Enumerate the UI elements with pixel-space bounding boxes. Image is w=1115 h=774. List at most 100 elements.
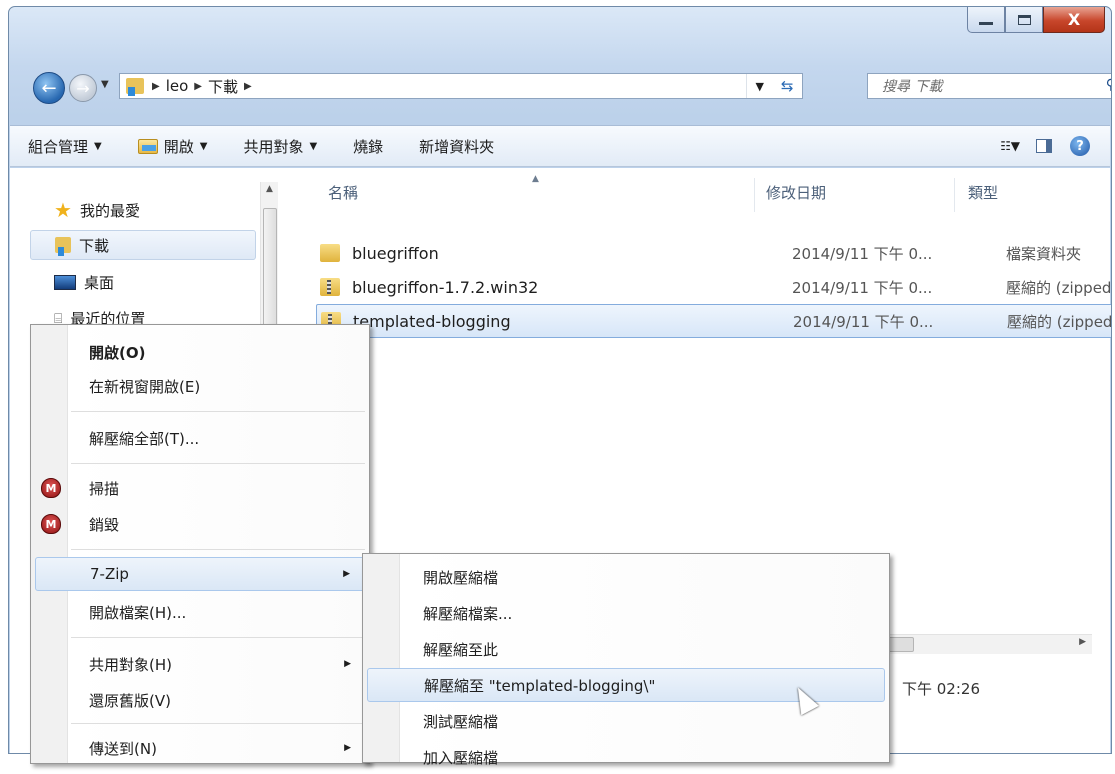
- menu-item-label: 開啟(O): [89, 343, 146, 362]
- menu-item-open[interactable]: 開啟(O): [31, 335, 369, 369]
- menu-item-7zip[interactable]: 7-Zip ▶: [35, 557, 365, 591]
- menu-item-label: 傳送到(N): [89, 739, 157, 758]
- open-label: 開啟: [163, 137, 194, 156]
- sidebar-item-downloads[interactable]: 下載: [30, 230, 256, 260]
- preview-pane-icon[interactable]: [1036, 139, 1052, 153]
- new-folder-button[interactable]: 新增資料夾: [401, 136, 512, 157]
- burn-label: 燒錄: [353, 137, 384, 156]
- close-button[interactable]: X: [1043, 7, 1105, 33]
- context-menu: 開啟(O) 在新視窗開啟(E) 解壓縮全部(T)... M 掃描 M 銷毀 7-Zi…: [30, 324, 370, 764]
- menu-item-label: 銷毀: [89, 515, 120, 534]
- downloads-folder-icon: [126, 78, 144, 96]
- help-icon[interactable]: ?: [1070, 136, 1090, 156]
- view-controls: ☷ ▼ ?: [1000, 136, 1110, 156]
- menu-item-open-archive[interactable]: 開啟壓縮檔: [363, 560, 889, 594]
- file-row[interactable]: bluegriffon 2014/9/11 下午 0... 檔案資料夾: [320, 236, 1110, 270]
- menu-item-label: 開啟壓縮檔: [423, 568, 499, 587]
- desktop-icon: [54, 275, 76, 290]
- menu-item-open-new-window[interactable]: 在新視窗開啟(E): [31, 369, 369, 403]
- history-dropdown-icon[interactable]: ▼: [101, 79, 109, 90]
- menu-item-shred[interactable]: M 銷毀: [31, 507, 369, 541]
- mcafee-shield-icon: M: [41, 514, 61, 534]
- column-header-type[interactable]: 類型: [968, 182, 998, 203]
- search-input[interactable]: 搜尋 下載 ⚲: [867, 73, 1111, 99]
- menu-item-label: 解壓縮至 "templated-blogging\": [424, 676, 656, 695]
- zip-icon: [320, 278, 340, 296]
- downloads-label: 下載: [79, 236, 110, 255]
- menu-item-scan[interactable]: M 掃描: [31, 471, 369, 505]
- menu-item-restore[interactable]: 還原舊版(V): [31, 683, 369, 717]
- menu-item-extract-here[interactable]: 解壓縮至此: [363, 632, 889, 666]
- share-button[interactable]: 共用對象 ▼: [225, 136, 335, 157]
- search-icon[interactable]: ⚲: [1106, 77, 1111, 93]
- menu-item-add-to-archive[interactable]: 加入壓縮檔: [363, 740, 889, 774]
- address-bar[interactable]: ▶ leo ▶ 下載 ▶ ▼ ⇆: [119, 73, 803, 99]
- column-header-date[interactable]: 修改日期: [766, 182, 826, 203]
- breadcrumb-leo[interactable]: leo: [166, 77, 189, 95]
- maximize-icon: [1017, 14, 1031, 25]
- file-row[interactable]: bluegriffon-1.7.2.win32 2014/9/11 下午 0..…: [320, 270, 1111, 304]
- menu-separator: [71, 463, 365, 464]
- chevron-down-icon: ▼: [309, 140, 318, 152]
- address-dropdown-icon[interactable]: ▼: [755, 80, 763, 93]
- menu-item-label: 掃描: [89, 479, 120, 498]
- breadcrumb-separator-icon[interactable]: ▶: [194, 81, 202, 92]
- menu-item-label: 解壓縮至此: [423, 640, 499, 659]
- menu-item-label: 還原舊版(V): [89, 691, 171, 710]
- file-date: 2014/9/11 下午 0...: [793, 312, 934, 331]
- folder-icon: [320, 244, 340, 262]
- menu-item-share-with[interactable]: 共用對象(H) ▶: [31, 647, 369, 681]
- minimize-icon: [979, 22, 993, 25]
- organize-label: 組合管理: [28, 137, 89, 156]
- caption-buttons: X: [967, 7, 1105, 33]
- breadcrumb-separator-icon[interactable]: ▶: [152, 81, 160, 92]
- maximize-button[interactable]: [1005, 7, 1043, 33]
- menu-item-extract-files[interactable]: 解壓縮檔案...: [363, 596, 889, 630]
- submenu-arrow-icon: ▶: [343, 569, 350, 579]
- mcafee-shield-icon: M: [41, 478, 61, 498]
- scroll-up-icon[interactable]: ▲: [261, 182, 278, 194]
- back-button[interactable]: ←: [33, 72, 65, 104]
- forward-button[interactable]: →: [69, 74, 97, 102]
- submenu-arrow-icon: ▶: [344, 743, 351, 753]
- refresh-icon[interactable]: ⇆: [781, 77, 794, 95]
- column-divider[interactable]: [954, 178, 955, 212]
- menu-item-extract-all[interactable]: 解壓縮全部(T)...: [31, 421, 369, 455]
- file-date: 2014/9/11 下午 0...: [792, 278, 933, 297]
- share-label: 共用對象: [243, 137, 304, 156]
- close-icon: X: [1067, 10, 1081, 29]
- menu-item-label: 測試壓縮檔: [423, 712, 499, 731]
- column-header-name[interactable]: 名稱: [328, 182, 358, 203]
- sidebar-item-favorites[interactable]: ★ 我的最愛: [54, 198, 140, 222]
- address-controls: ▼ ⇆: [746, 74, 802, 98]
- breadcrumb-downloads[interactable]: 下載: [208, 76, 238, 97]
- menu-item-send-to[interactable]: 傳送到(N) ▶: [31, 731, 369, 765]
- star-icon: ★: [54, 198, 72, 222]
- sidebar-item-desktop[interactable]: 桌面: [54, 272, 114, 293]
- organize-button[interactable]: 組合管理 ▼: [10, 136, 120, 157]
- menu-item-label: 加入壓縮檔: [423, 748, 499, 767]
- chevron-down-icon: ▼: [94, 140, 102, 152]
- view-options-icon[interactable]: ☷ ▼: [1000, 139, 1020, 153]
- menu-separator: [71, 723, 365, 724]
- search-placeholder: 搜尋 下載: [882, 79, 943, 95]
- open-button[interactable]: 開啟 ▼: [120, 136, 226, 157]
- burn-button[interactable]: 燒錄: [335, 136, 401, 157]
- menu-item-label: 解壓縮全部(T)...: [89, 429, 200, 448]
- back-arrow-icon: ←: [41, 77, 57, 99]
- file-type: 檔案資料夾: [1006, 244, 1082, 263]
- menu-item-open-with[interactable]: 開啟檔案(H)...: [31, 595, 369, 629]
- file-name: bluegriffon-1.7.2.win32: [352, 277, 539, 297]
- forward-arrow-icon: →: [76, 78, 90, 98]
- file-row-selected[interactable]: templated-blogging 2014/9/11 下午 0... 壓縮的…: [316, 304, 1111, 338]
- new-folder-label: 新增資料夾: [419, 137, 495, 156]
- file-name: bluegriffon: [352, 243, 439, 263]
- breadcrumb-separator-icon[interactable]: ▶: [244, 81, 252, 92]
- horizontal-scrollbar[interactable]: ▶: [884, 634, 1092, 654]
- minimize-button[interactable]: [967, 7, 1005, 33]
- file-date: 2014/9/11 下午 0...: [792, 244, 933, 263]
- scroll-right-icon[interactable]: ▶: [1079, 637, 1086, 647]
- column-divider[interactable]: [754, 178, 755, 212]
- favorites-label: 我的最愛: [79, 201, 140, 220]
- menu-item-label: 開啟檔案(H)...: [89, 603, 187, 622]
